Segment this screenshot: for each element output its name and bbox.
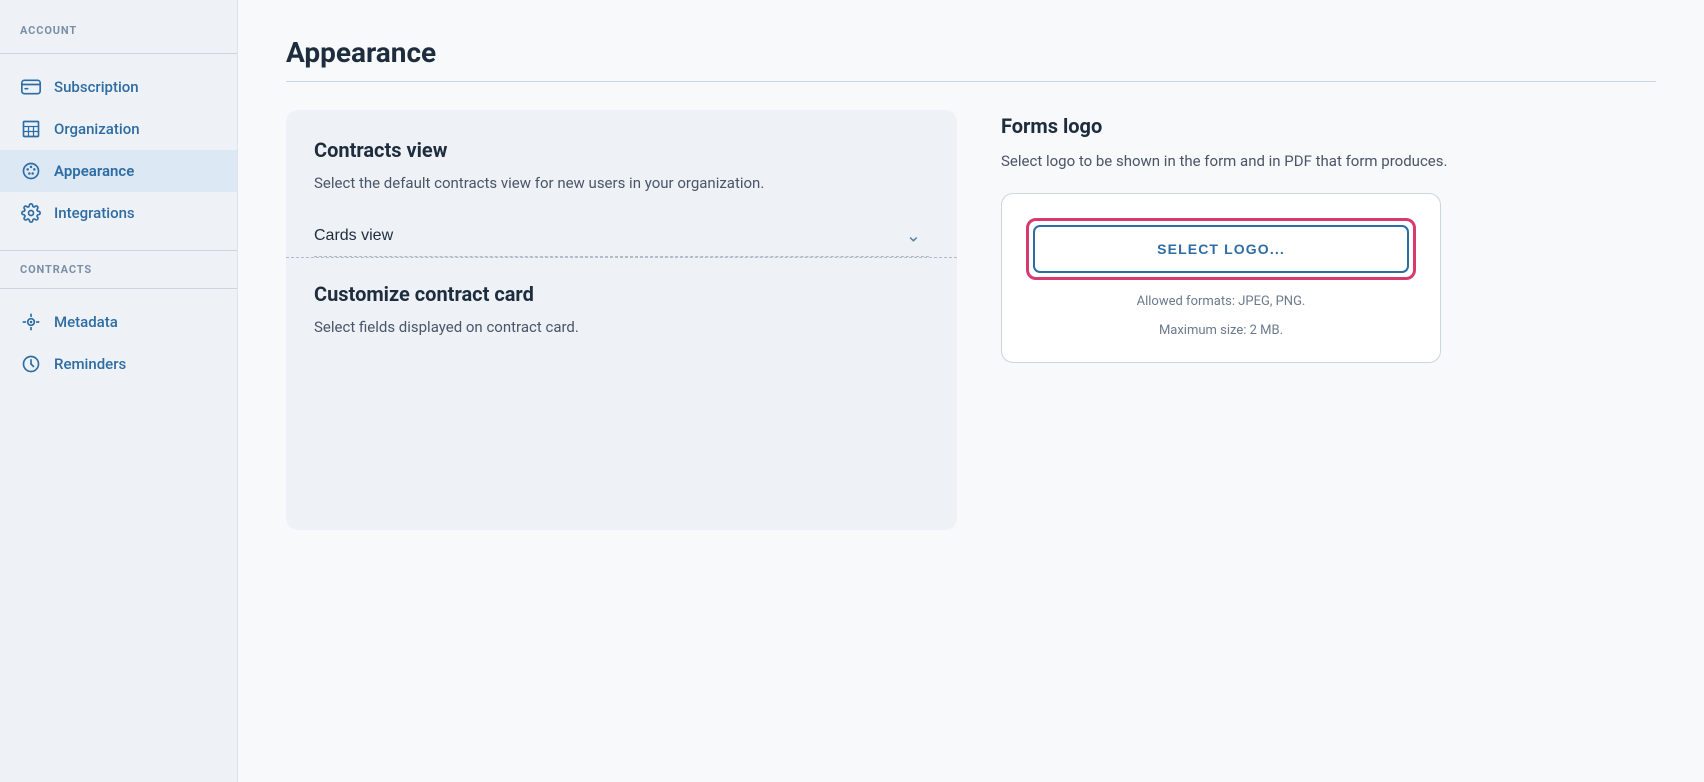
contracts-view-description: Select the default contracts view for ne… xyxy=(314,172,929,195)
account-section-label: ACCOUNT xyxy=(0,24,237,45)
account-divider xyxy=(0,53,237,54)
sidebar: ACCOUNT Subscription Organization xyxy=(0,0,238,782)
page-title: Appearance xyxy=(286,36,1656,69)
customize-section: Customize contract card Select fields di… xyxy=(314,258,929,339)
contracts-divider xyxy=(0,250,237,251)
customize-card-title: Customize contract card xyxy=(314,282,929,306)
forms-logo-title: Forms logo xyxy=(1001,114,1656,138)
sidebar-item-organization-label: Organization xyxy=(54,120,140,138)
sidebar-item-organization[interactable]: Organization xyxy=(0,108,237,150)
sidebar-item-reminders-label: Reminders xyxy=(54,355,126,373)
metadata-icon xyxy=(20,311,42,333)
gear-icon xyxy=(20,202,42,224)
main-content: Appearance Contracts view Select the def… xyxy=(238,0,1704,782)
left-card: Contracts view Select the default contra… xyxy=(286,110,957,530)
forms-logo-description: Select logo to be shown in the form and … xyxy=(1001,150,1656,173)
contracts-view-dropdown-wrapper: Cards view List view Table view ⌄ xyxy=(314,215,929,257)
customize-card-description: Select fields displayed on contract card… xyxy=(314,316,929,339)
sidebar-item-reminders[interactable]: Reminders xyxy=(0,343,237,385)
right-panel: Forms logo Select logo to be shown in th… xyxy=(985,110,1656,530)
sidebar-item-integrations-label: Integrations xyxy=(54,204,135,222)
palette-icon xyxy=(20,160,42,182)
content-grid: Contracts view Select the default contra… xyxy=(286,110,1656,530)
building-icon xyxy=(20,118,42,140)
sidebar-item-metadata[interactable]: Metadata xyxy=(0,301,237,343)
contracts-view-dropdown[interactable]: Cards view List view Table view xyxy=(314,215,929,257)
logo-allowed-formats: Allowed formats: JPEG, PNG. xyxy=(1137,294,1306,309)
sidebar-item-integrations[interactable]: Integrations xyxy=(0,192,237,234)
sidebar-item-subscription[interactable]: Subscription xyxy=(0,66,237,108)
contracts-divider2 xyxy=(0,288,237,289)
select-logo-btn-wrapper: SELECT LOGO... xyxy=(1026,218,1416,280)
contracts-view-title: Contracts view xyxy=(314,138,929,162)
sidebar-item-appearance-label: Appearance xyxy=(54,162,134,180)
contracts-section-label: CONTRACTS xyxy=(0,263,237,284)
sidebar-item-subscription-label: Subscription xyxy=(54,78,139,96)
sidebar-item-appearance[interactable]: Appearance xyxy=(0,150,237,192)
select-logo-button[interactable]: SELECT LOGO... xyxy=(1033,225,1409,273)
logo-upload-card: SELECT LOGO... Allowed formats: JPEG, PN… xyxy=(1001,193,1441,363)
page-divider xyxy=(286,81,1656,82)
sidebar-item-metadata-label: Metadata xyxy=(54,313,118,331)
credit-card-icon xyxy=(20,76,42,98)
clock-icon xyxy=(20,353,42,375)
logo-max-size: Maximum size: 2 MB. xyxy=(1159,323,1283,338)
